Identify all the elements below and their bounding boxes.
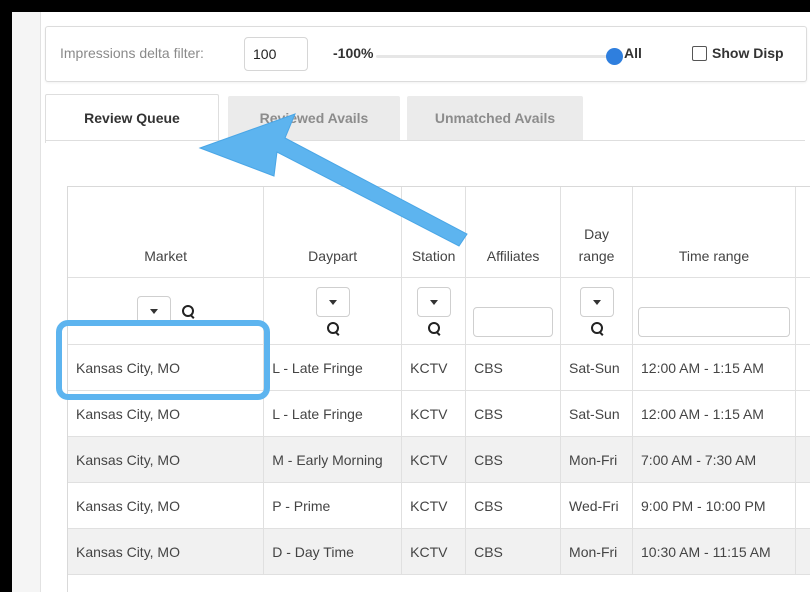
arrow-annotation	[198, 113, 468, 247]
app-frame: Impressions delta filter: 100 -100% All …	[12, 12, 810, 592]
arrow-shape	[198, 113, 468, 247]
